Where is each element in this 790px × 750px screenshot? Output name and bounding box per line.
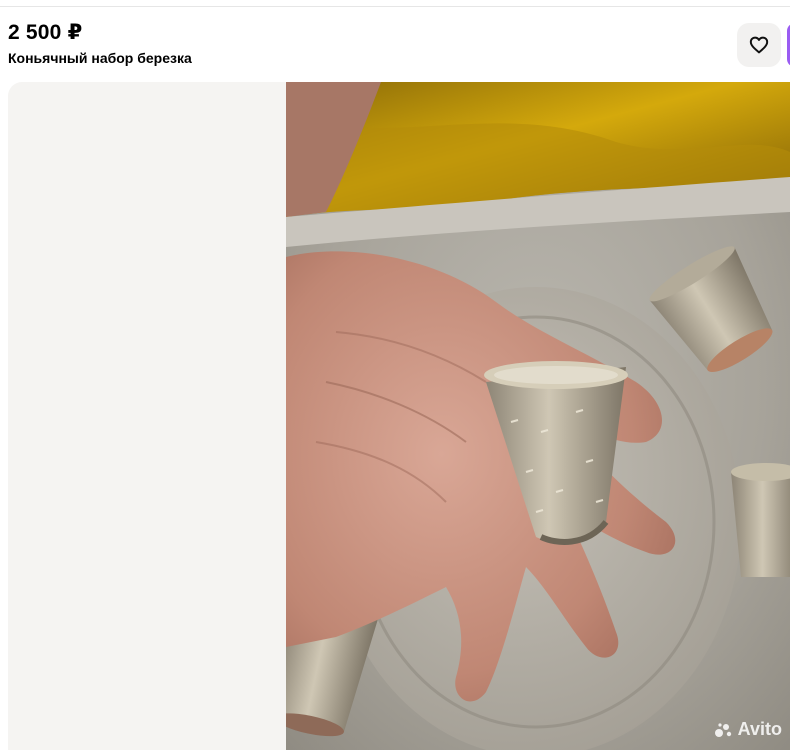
listing-price: 2 500 ₽	[8, 21, 83, 44]
avito-logo-icon	[714, 722, 731, 737]
header-divider	[0, 6, 790, 7]
listing-photo[interactable]: Avito	[286, 82, 790, 750]
photo-image	[286, 82, 790, 750]
listing-title: Коньячный набор березка	[8, 50, 192, 66]
heart-icon	[749, 36, 769, 54]
avito-watermark: Avito	[714, 719, 782, 740]
watermark-text: Avito	[737, 719, 782, 739]
photo-gallery[interactable]: Avito	[8, 82, 790, 750]
favorite-button[interactable]	[737, 23, 781, 67]
